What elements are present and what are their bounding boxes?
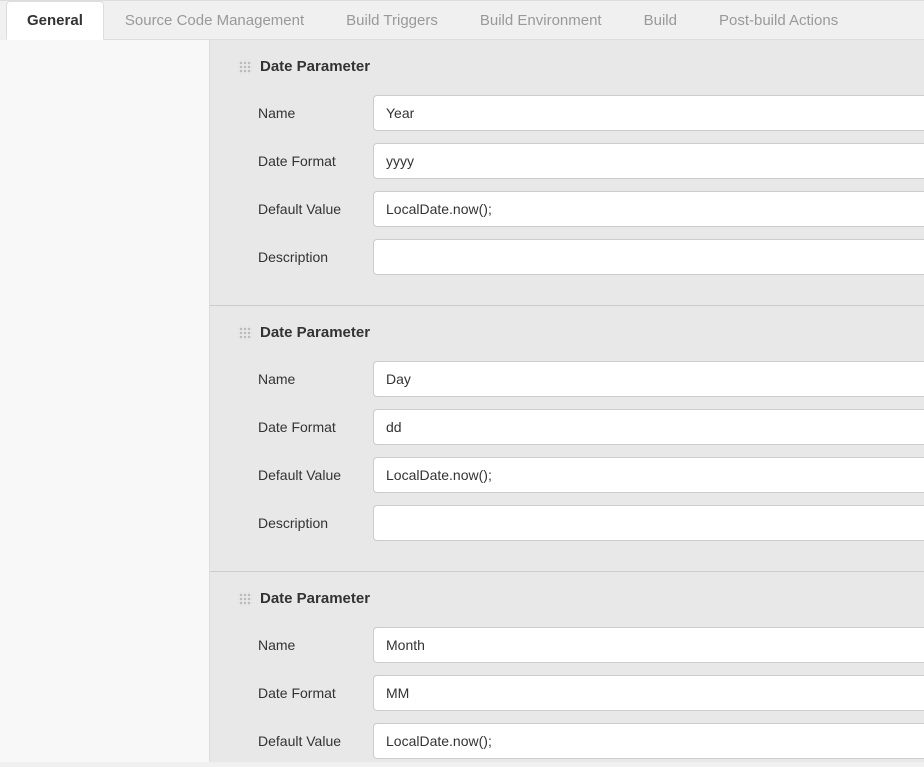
- name-label: Name: [258, 637, 373, 653]
- drag-handle-icon[interactable]: [238, 326, 252, 340]
- dateformat-label: Date Format: [258, 419, 373, 435]
- default-label: Default Value: [258, 733, 373, 749]
- default-input[interactable]: [373, 723, 924, 759]
- name-input[interactable]: [373, 361, 924, 397]
- parameter-block: Date Parameter Name Date Format Default …: [210, 572, 924, 762]
- tab-general[interactable]: General: [6, 1, 104, 40]
- dateformat-input[interactable]: [373, 143, 924, 179]
- description-label: Description: [258, 249, 373, 265]
- main-content: Date Parameter Name Date Format Default …: [210, 40, 924, 762]
- dateformat-label: Date Format: [258, 685, 373, 701]
- drag-handle-icon[interactable]: [238, 60, 252, 74]
- tab-build-triggers[interactable]: Build Triggers: [325, 1, 459, 40]
- parameter-block: Date Parameter Name Date Format Default …: [210, 306, 924, 572]
- parameter-title: Date Parameter: [260, 590, 370, 607]
- default-input[interactable]: [373, 457, 924, 493]
- name-input[interactable]: [373, 627, 924, 663]
- name-label: Name: [258, 371, 373, 387]
- description-label: Description: [258, 515, 373, 531]
- dateformat-label: Date Format: [258, 153, 373, 169]
- tab-build-environment[interactable]: Build Environment: [459, 1, 623, 40]
- name-input[interactable]: [373, 95, 924, 131]
- tab-scm[interactable]: Source Code Management: [104, 1, 325, 40]
- dateformat-input[interactable]: [373, 675, 924, 711]
- sidebar: [0, 40, 210, 762]
- default-input[interactable]: [373, 191, 924, 227]
- parameter-block: Date Parameter Name Date Format Default …: [210, 40, 924, 306]
- tab-bar: General Source Code Management Build Tri…: [6, 1, 924, 40]
- dateformat-input[interactable]: [373, 409, 924, 445]
- tab-post-build-actions[interactable]: Post-build Actions: [698, 1, 859, 40]
- parameter-title: Date Parameter: [260, 58, 370, 75]
- name-label: Name: [258, 105, 373, 121]
- default-label: Default Value: [258, 467, 373, 483]
- default-label: Default Value: [258, 201, 373, 217]
- description-input[interactable]: [373, 239, 924, 275]
- drag-handle-icon[interactable]: [238, 592, 252, 606]
- parameter-title: Date Parameter: [260, 324, 370, 341]
- description-input[interactable]: [373, 505, 924, 541]
- tab-build[interactable]: Build: [623, 1, 698, 40]
